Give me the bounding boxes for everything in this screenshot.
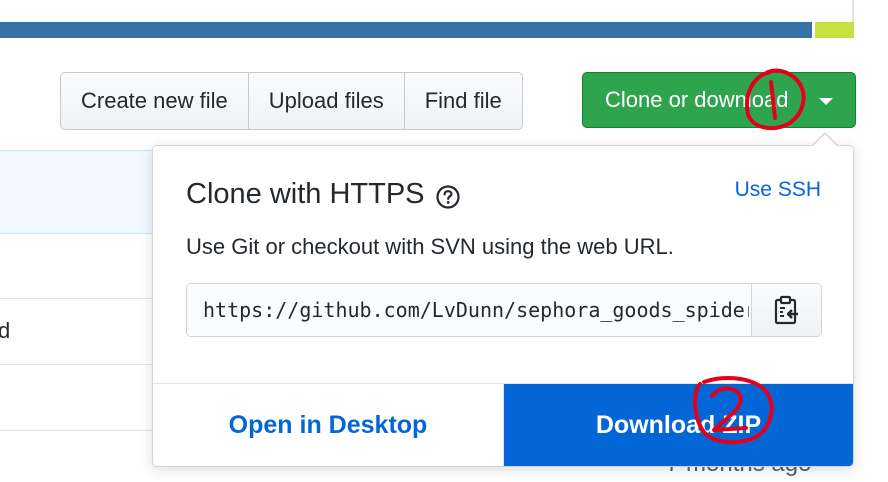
clone-url-group xyxy=(186,283,822,337)
language-bar[interactable] xyxy=(0,22,854,38)
container-border xyxy=(852,0,854,22)
download-zip-button[interactable]: Download ZIP xyxy=(504,384,853,466)
clone-or-download-button[interactable]: Clone or download xyxy=(582,72,856,128)
clone-url-input[interactable] xyxy=(187,284,751,336)
question-circle-icon[interactable] xyxy=(435,184,460,209)
language-bar-segment[interactable] xyxy=(812,22,854,38)
file-row-divider xyxy=(0,430,160,431)
github-repo-page: Create new file Upload files Find file C… xyxy=(0,0,888,482)
caret-down-icon xyxy=(819,98,833,105)
copy-to-clipboard-button[interactable] xyxy=(751,284,821,336)
clone-or-download-label: Clone or download xyxy=(605,87,789,112)
clone-title: Clone with HTTPS xyxy=(186,178,460,211)
clone-footer: Open in Desktop Download ZIP xyxy=(153,383,853,466)
file-row-divider xyxy=(0,298,160,299)
use-ssh-link[interactable]: Use SSH xyxy=(735,178,821,202)
file-row-divider xyxy=(0,364,160,365)
upload-files-button[interactable]: Upload files xyxy=(249,73,405,129)
open-in-desktop-button[interactable]: Open in Desktop xyxy=(153,384,504,466)
file-list-header xyxy=(0,150,160,234)
clippy-icon xyxy=(774,295,798,325)
find-file-button[interactable]: Find file xyxy=(405,73,522,129)
file-row-text: d xyxy=(0,318,11,343)
clone-title-text: Clone with HTTPS xyxy=(186,178,425,210)
clone-dropdown: Clone with HTTPS Use SSH Use Git or chec… xyxy=(152,132,854,467)
clone-description: Use Git or checkout with SVN using the w… xyxy=(186,234,674,259)
dropdown-caret-fill xyxy=(812,134,838,147)
create-new-file-button[interactable]: Create new file xyxy=(61,73,249,129)
file-actions-group: Create new file Upload files Find file xyxy=(60,72,523,130)
